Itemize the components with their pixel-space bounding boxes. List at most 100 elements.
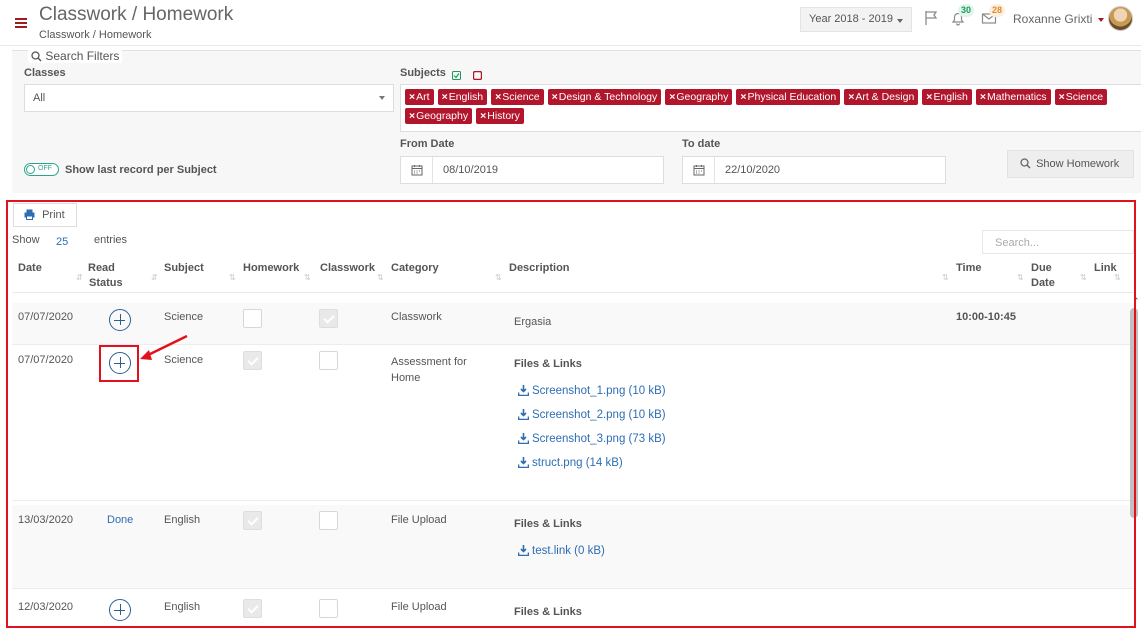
subject-tag[interactable]: ×Science [491,89,544,105]
column-category[interactable]: Category [391,261,439,276]
plus-circle-icon[interactable] [109,599,131,621]
subject-tag-label: Art [416,91,430,103]
show-homework-button[interactable]: Show Homework [1007,150,1134,178]
scrollbar-thumb[interactable] [1130,308,1138,518]
from-date-field[interactable]: 08/10/2019 [400,156,664,184]
remove-tag-icon[interactable]: × [480,110,486,122]
sort-icon[interactable]: ⇅ [942,273,949,282]
column-read-status[interactable]: Read Status [88,261,123,291]
sort-icon[interactable]: ⇵ [151,273,158,282]
show-homework-label: Show Homework [1036,158,1120,170]
calendar-icon[interactable] [683,157,715,183]
row-description: Ergasia [514,316,552,328]
subjects-multiselect[interactable]: ×Art ×English ×Science ×Design & Technology… [400,84,1141,132]
remove-tag-icon[interactable]: × [848,91,854,103]
file-link[interactable]: Screenshot_2.png (10 kB) [517,409,666,421]
subject-tag-label: History [487,110,520,122]
row-category: Assessment for Home [391,354,467,386]
to-date-field[interactable]: 22/10/2020 [682,156,946,184]
subject-tag[interactable]: ×Physical Education [736,89,841,105]
remove-tag-icon[interactable]: × [980,91,986,103]
subject-tag[interactable]: ×Design & Technology [547,89,662,105]
column-classwork[interactable]: Classwork [320,261,375,276]
file-link[interactable]: Screenshot_1.png (10 kB) [517,385,666,397]
subject-tag[interactable]: ×History [476,108,524,124]
sort-icon[interactable]: ⇅ [304,273,311,282]
column-read-status-line2: Status [89,277,123,289]
select-all-icon[interactable] [452,71,461,80]
column-homework[interactable]: Homework [243,261,299,276]
scroll-up-icon[interactable]: ⌃ [1132,296,1140,307]
envelope-icon[interactable]: 28 [981,4,1005,26]
subject-tag[interactable]: ×English [437,89,488,105]
deselect-all-icon[interactable] [473,71,482,80]
file-link[interactable]: Screenshot_3.png (73 kB) [517,433,666,445]
entries-select[interactable]: 25 [56,236,86,248]
column-due-date[interactable]: Due Date [1031,261,1055,291]
subject-tag[interactable]: ×Geography [405,108,473,124]
remove-tag-icon[interactable]: × [409,91,415,103]
subject-tag[interactable]: ×Mathematics [975,89,1051,105]
year-select[interactable]: Year 2018 - 2019 [800,7,912,32]
column-time[interactable]: Time [956,261,981,276]
table-search-input[interactable]: Search... [982,230,1134,254]
search-filters-label: Search Filters [45,49,120,63]
classes-select[interactable]: All [24,84,394,112]
subject-tag-label: Science [502,91,540,103]
download-icon [517,545,530,557]
sort-icon[interactable]: ⇅ [1114,273,1121,282]
remove-tag-icon[interactable]: × [409,110,415,122]
plus-circle-icon[interactable] [109,309,131,331]
row-date: 07/07/2020 [18,354,74,366]
remove-tag-icon[interactable]: × [1059,91,1065,103]
subject-tag[interactable]: ×Art & Design [844,89,919,105]
bell-icon[interactable]: 30 [950,4,974,26]
user-menu-caret-icon[interactable] [1098,18,1104,22]
hamburger-menu-icon[interactable] [15,18,27,28]
file-link[interactable]: struct.png (14 kB) [517,457,623,469]
sort-icon[interactable]: ⇅ [377,273,384,282]
notifications-badge: 30 [958,4,974,17]
subject-tag-label: Science [1065,91,1104,103]
column-due-date-line2: Date [1031,277,1055,289]
row-subject: English [164,601,201,613]
subject-tag[interactable]: ×Science [1054,89,1108,105]
subject-tag-label: Mathematics [987,91,1047,103]
to-date-label: To date [682,138,721,150]
file-link[interactable]: test.link (0 kB) [517,545,605,557]
flag-icon[interactable] [924,10,940,26]
remove-tag-icon[interactable]: × [669,91,675,103]
avatar[interactable] [1108,6,1133,31]
row-subject: Science [164,311,204,323]
sort-icon[interactable]: ⇵ [76,273,83,282]
last-record-toggle[interactable]: OFF [24,163,59,176]
from-date-label: From Date [400,138,455,150]
subject-tag-label: Art & Design [855,91,915,103]
homework-checkbox [243,511,262,530]
subject-tag[interactable]: ×Geography [665,89,733,105]
print-button[interactable]: Print [13,203,77,227]
subject-tag[interactable]: ×English [922,89,972,105]
remove-tag-icon[interactable]: × [442,91,448,103]
homework-checkbox [243,351,262,370]
subject-tag[interactable]: ×Art [405,89,434,105]
calendar-icon[interactable] [401,157,433,183]
column-subject[interactable]: Subject [164,261,204,276]
remove-tag-icon[interactable]: × [926,91,932,103]
sort-icon[interactable]: ⇅ [229,273,236,282]
user-name[interactable]: Roxanne Grixti [1013,12,1092,26]
sort-icon[interactable]: ⇅ [1017,273,1024,282]
sort-icon[interactable]: ⇅ [495,273,502,282]
sort-icon[interactable]: ⇅ [1080,273,1087,282]
subjects-label: Subjects [400,67,446,79]
homework-checkbox [243,599,262,618]
remove-tag-icon[interactable]: × [552,91,558,103]
remove-tag-icon[interactable]: × [495,91,501,103]
breadcrumb[interactable]: Classwork / Homework [39,29,151,41]
search-icon [1020,158,1031,169]
remove-tag-icon[interactable]: × [740,91,746,103]
last-record-toggle-label: Show last record per Subject [65,164,217,176]
column-description[interactable]: Description [509,261,570,276]
column-date[interactable]: Date [18,261,42,276]
arrow-annotation-icon [140,334,188,360]
